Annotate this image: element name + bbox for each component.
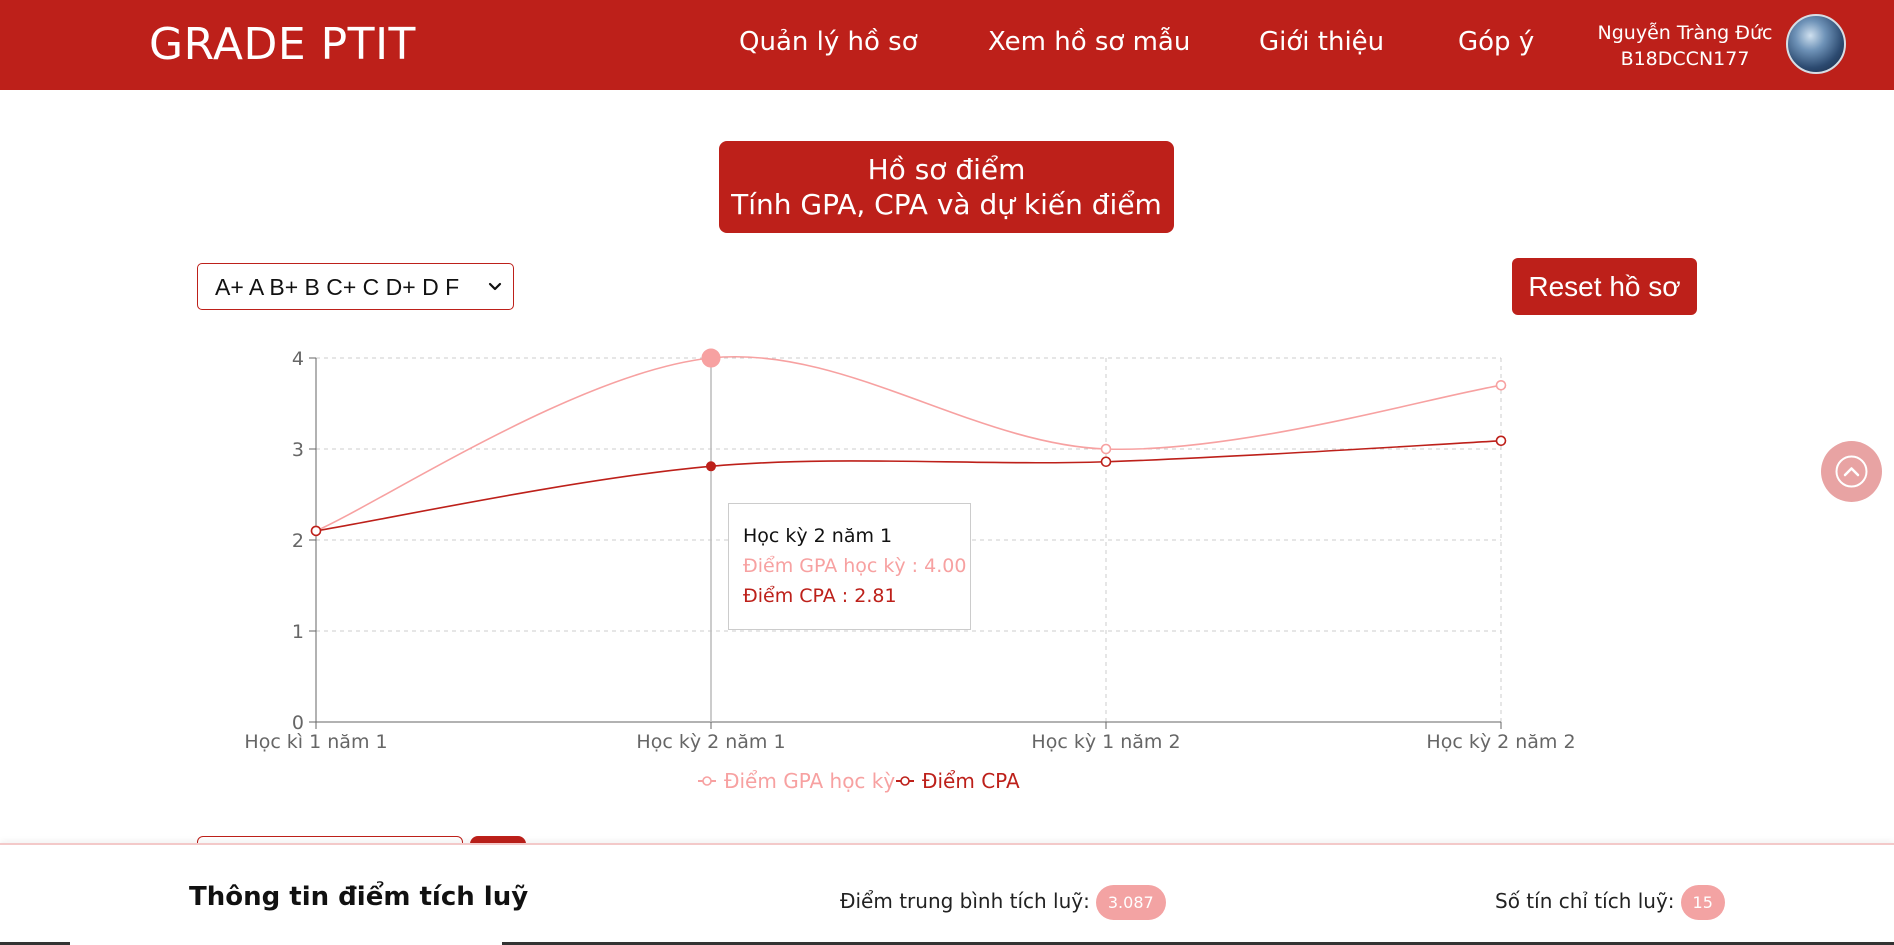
tooltip-title: Học kỳ 2 năm 1 xyxy=(743,525,893,547)
data-point xyxy=(1495,435,1507,447)
chevron-up-icon xyxy=(1835,455,1868,488)
data-point xyxy=(706,461,716,472)
footer-title: Thông tin điểm tích luỹ xyxy=(189,882,529,912)
x-tick-label: Học kỳ 1 năm 2 xyxy=(1031,731,1180,753)
y-tick-label: 1 xyxy=(292,621,304,643)
cumulative-gpa-stat: Điểm trung bình tích luỹ: 3.087 xyxy=(840,885,1166,920)
page-title-line2: Tính GPA, CPA và dự kiến điểm xyxy=(731,188,1162,221)
legend-marker-1 xyxy=(900,776,910,786)
x-tick-label: Học kì 1 năm 1 xyxy=(244,731,387,753)
data-point xyxy=(310,525,322,537)
y-tick-label: 3 xyxy=(292,439,304,461)
chevron-down-icon xyxy=(488,282,502,291)
grade-scale-selected: A+ A B+ B C+ C D+ D F xyxy=(215,274,460,300)
cumulative-credits-label: Số tín chỉ tích luỹ: xyxy=(1495,889,1675,913)
chart-tooltip: Học kỳ 2 năm 1 Điểm GPA học kỳ : 4.00 Đi… xyxy=(728,503,971,630)
user-id: B18DCCN177 xyxy=(1620,48,1750,70)
legend-label-1: Điểm CPA xyxy=(922,769,1020,793)
grade-scale-select[interactable]: A+ A B+ B C+ C D+ D F xyxy=(197,263,514,310)
page-title: Hồ sơ điểm Tính GPA, CPA và dự kiến điểm xyxy=(719,141,1174,233)
page-title-line1: Hồ sơ điểm xyxy=(867,153,1026,186)
reset-profile-button[interactable]: Reset hồ sơ xyxy=(1512,258,1697,315)
legend-marker-0 xyxy=(702,776,712,786)
nav-feedback[interactable]: Góp ý xyxy=(1458,27,1534,57)
avatar[interactable] xyxy=(1786,14,1846,74)
tooltip-gpa: Điểm GPA học kỳ : 4.00 xyxy=(743,555,967,577)
brand-logo[interactable]: GRADE PTIT xyxy=(149,19,416,70)
y-tick-label: 2 xyxy=(292,530,304,552)
legend-label-0: Điểm GPA học kỳ xyxy=(724,769,895,793)
user-info[interactable]: Nguyễn Tràng Đức B18DCCN177 xyxy=(1590,20,1780,72)
nav-manage-profile[interactable]: Quản lý hồ sơ xyxy=(739,27,918,57)
nav-about[interactable]: Giới thiệu xyxy=(1259,27,1384,57)
data-point xyxy=(310,525,322,537)
scroll-to-top-button[interactable] xyxy=(1821,441,1882,502)
x-tick-label: Học kỳ 2 năm 1 xyxy=(636,731,785,753)
top-navbar: GRADE PTIT Quản lý hồ sơ Xem hồ sơ mẫu G… xyxy=(0,0,1894,90)
cumulative-credits-stat: Số tín chỉ tích luỹ: 15 xyxy=(1495,885,1725,920)
y-tick-label: 4 xyxy=(292,348,304,370)
data-point xyxy=(1100,443,1112,455)
x-tick-label: Học kỳ 2 năm 2 xyxy=(1426,731,1575,753)
user-name: Nguyễn Tràng Đức xyxy=(1597,22,1773,44)
data-point xyxy=(1100,456,1112,468)
cumulative-info-footer: Thông tin điểm tích luỹ Điểm trung bình … xyxy=(0,843,1894,945)
cumulative-credits-badge: 15 xyxy=(1680,885,1725,920)
nav-view-sample[interactable]: Xem hồ sơ mẫu xyxy=(988,27,1190,57)
data-point xyxy=(701,348,721,368)
cumulative-gpa-label: Điểm trung bình tích luỹ: xyxy=(840,889,1090,913)
data-point xyxy=(1495,379,1507,391)
tooltip-cpa: Điểm CPA : 2.81 xyxy=(743,585,897,607)
cumulative-gpa-badge: 3.087 xyxy=(1095,885,1166,920)
y-tick-label: 0 xyxy=(292,712,304,734)
